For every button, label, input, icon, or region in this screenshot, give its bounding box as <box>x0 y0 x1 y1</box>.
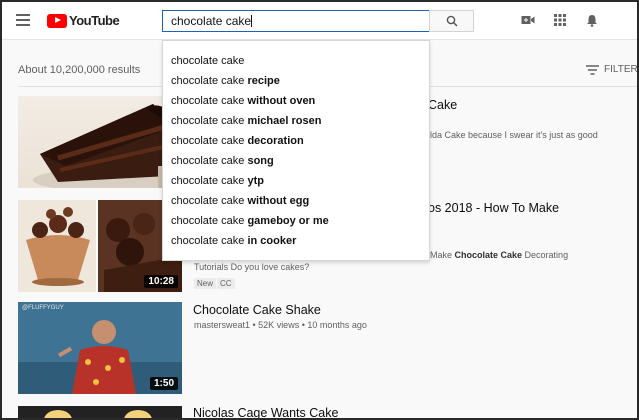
suggestion-item[interactable]: chocolate cake without egg <box>163 191 429 211</box>
suggestion-item[interactable]: chocolate cake in cooker <box>163 231 429 251</box>
badge-cc: CC <box>217 278 235 289</box>
youtube-play-icon <box>47 13 67 28</box>
hamburger-menu-icon[interactable] <box>16 14 30 26</box>
youtube-logo[interactable]: YouTube <box>47 13 120 28</box>
search-input[interactable]: chocolate cake <box>162 10 430 32</box>
video-meta-3: mastersweat1 • 52K views • 10 months ago <box>194 320 367 330</box>
suggestion-item[interactable]: chocolate cake without oven <box>163 91 429 111</box>
search-input-value: chocolate cake <box>171 14 252 28</box>
text-caret <box>251 15 253 27</box>
video-thumbnail-1[interactable] <box>18 96 182 188</box>
suggestion-item[interactable]: chocolate cake song <box>163 151 429 171</box>
video-thumbnail-2[interactable]: 10:28 <box>18 200 182 292</box>
video-thumbnail-3[interactable]: @FLUFFYGUY 1:50 <box>18 302 182 394</box>
video-title-2[interactable]: os 2018 - How To Make <box>428 201 559 215</box>
search-suggestions-dropdown: chocolate cake chocolate cake recipe cho… <box>162 40 430 261</box>
video-duration-3: 1:50 <box>149 377 178 390</box>
browser-frame: YouTube chocolate cake About 10,200,000 … <box>0 0 639 420</box>
notifications-bell-icon[interactable] <box>586 14 598 27</box>
video-duration-2: 10:28 <box>144 275 178 288</box>
video-title-4[interactable]: Nicolas Cage Wants Cake <box>193 406 338 418</box>
masthead: YouTube chocolate cake <box>2 2 637 40</box>
video-description-2: Make Chocolate Cake Decorating <box>430 250 569 260</box>
badge-new: New <box>194 278 217 289</box>
video-title-1[interactable]: Cake <box>428 98 457 112</box>
cartoon-thumbnail-image <box>18 406 182 418</box>
suggestion-item[interactable]: chocolate cake ytp <box>163 171 429 191</box>
filter-button[interactable]: FILTER <box>586 64 638 75</box>
video-thumbnail-4[interactable] <box>18 406 182 418</box>
thumbnail-watermark: @FLUFFYGUY <box>22 305 64 311</box>
suggestion-item[interactable]: chocolate cake <box>163 51 429 71</box>
filter-icon <box>586 64 599 75</box>
create-video-icon[interactable] <box>521 14 535 26</box>
apps-grid-icon[interactable] <box>554 14 566 26</box>
suggestion-item[interactable]: chocolate cake recipe <box>163 71 429 91</box>
logo-text: YouTube <box>69 13 120 28</box>
suggestion-item[interactable]: chocolate cake decoration <box>163 131 429 151</box>
chocolate-cake-slice-image <box>33 104 182 188</box>
search-button[interactable] <box>429 10 474 32</box>
suggestion-item[interactable]: chocolate cake michael rosen <box>163 111 429 131</box>
search-icon <box>446 15 458 27</box>
video-description-2-line2: Tutorials Do you love cakes? <box>194 262 310 272</box>
video-description-1: lda Cake because I swear it's just as go… <box>430 130 598 140</box>
results-count: About 10,200,000 results <box>18 64 141 76</box>
filter-label: FILTER <box>604 64 638 75</box>
video-title-3[interactable]: Chocolate Cake Shake <box>193 303 321 317</box>
suggestion-item[interactable]: chocolate cake gameboy or me <box>163 211 429 231</box>
